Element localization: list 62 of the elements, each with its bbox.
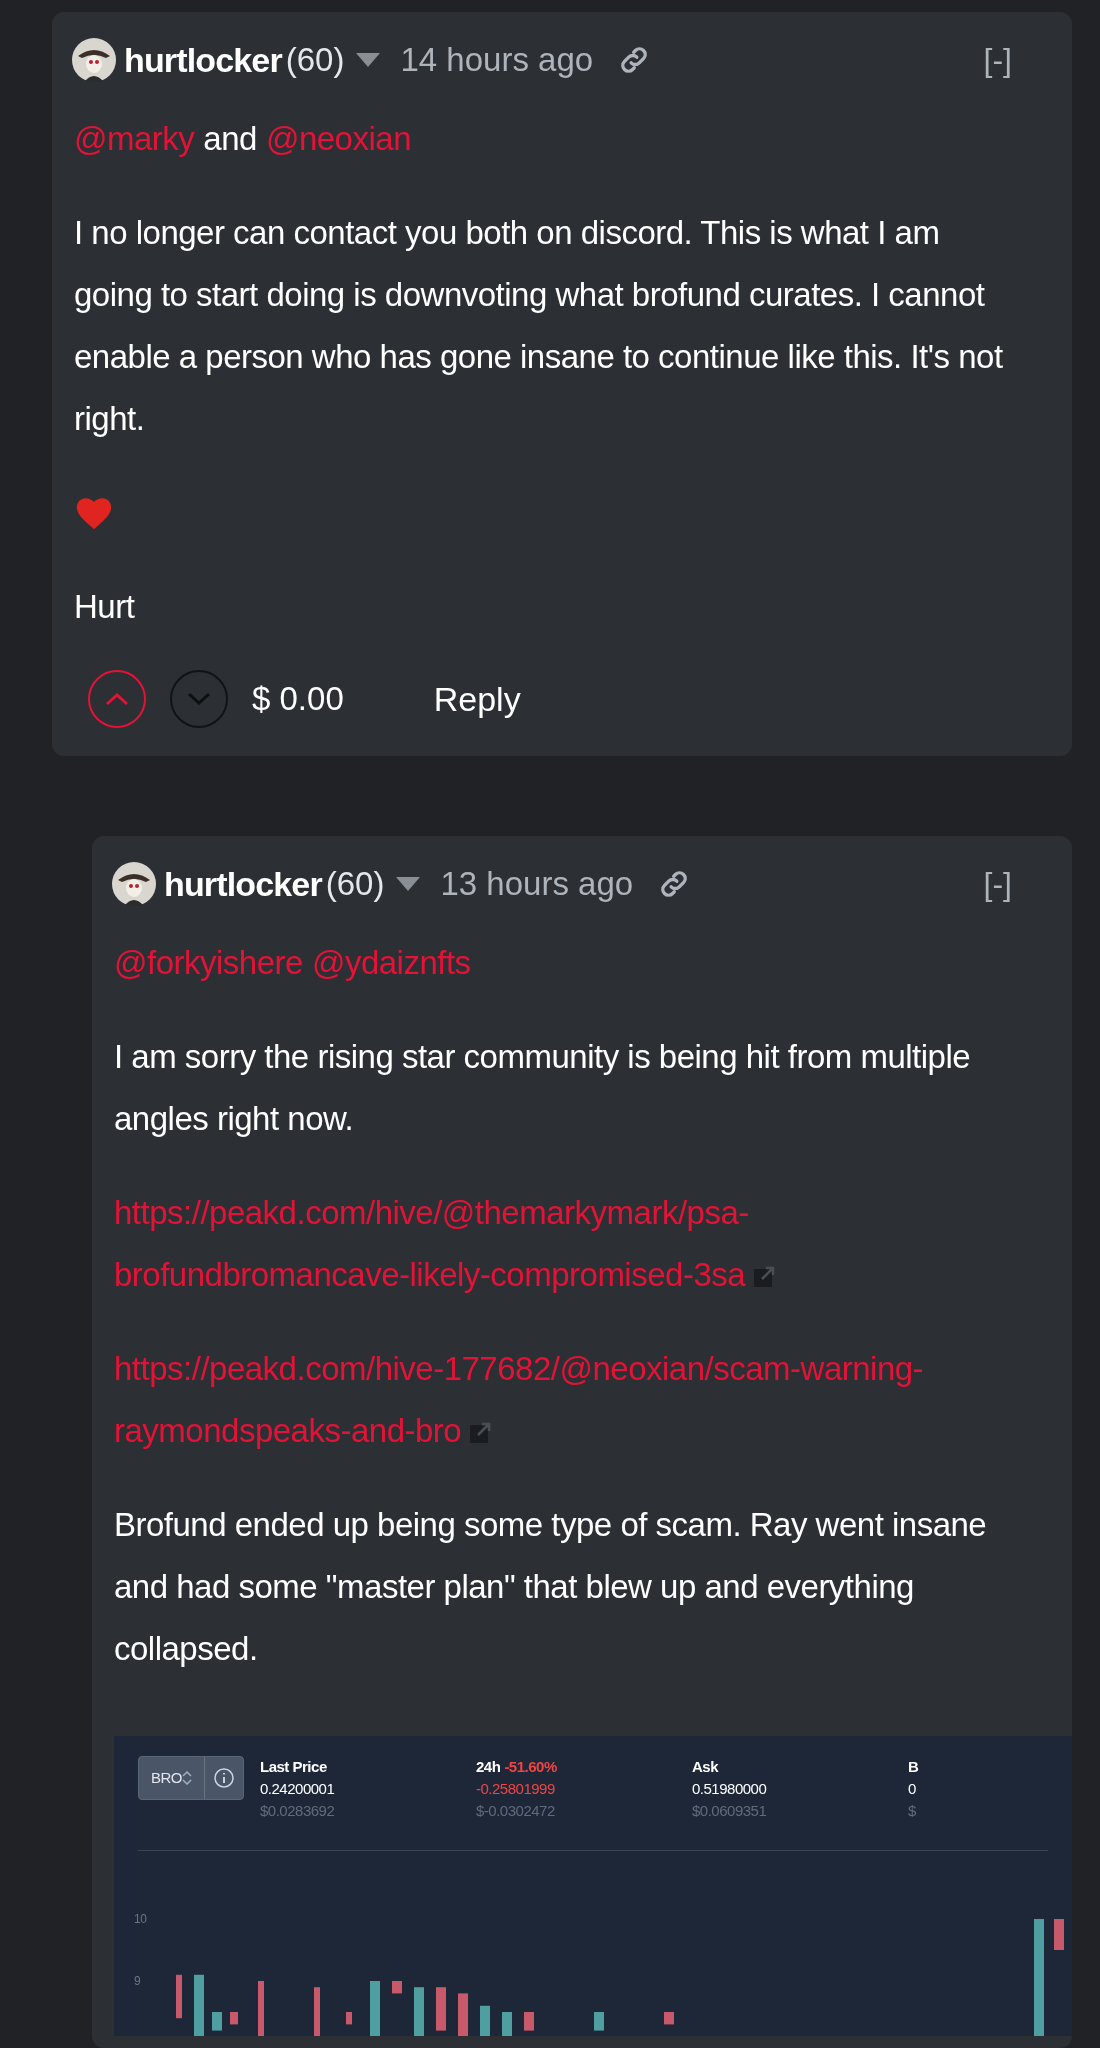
external-link-icon [753,1266,776,1289]
candlestick [414,1987,424,2036]
stat-label: Last Price [260,1757,327,1777]
stat-change: -51.60% [504,1757,557,1777]
reputation: (60) [325,864,385,905]
stat-value: 0 [908,1779,917,1799]
candlestick [212,2012,222,2031]
stat-value: 0.51980000 [692,1779,768,1799]
external-link-icon [469,1422,492,1445]
comment-text: Hurt [74,587,136,627]
candlestick [436,1987,446,2031]
collapse-toggle[interactable]: [-] [983,36,1012,84]
candlestick [1054,1919,1064,1950]
upvote-button[interactable] [88,670,146,728]
reply-button[interactable]: Reply [433,673,521,725]
caret-icon[interactable] [396,877,421,891]
username[interactable]: hurtlocker [164,858,322,910]
candlestick [176,1974,182,2019]
heart-icon [74,495,114,531]
token-label: BRO [150,1768,182,1788]
payout-amount[interactable]: $ 0.00 [252,674,344,724]
avatar[interactable] [72,38,116,82]
candlestick [314,1987,320,2036]
axis-label: 9 [134,1975,142,1987]
stat-value: -0.25801999 [476,1779,556,1799]
timestamp[interactable]: 13 hours ago [440,859,634,909]
mention-connector: and [203,119,257,159]
candlestick [230,2012,238,2025]
comment-text: I no longer can contact you both on discord. This is what I am going to start doing is downvoting what brofund curates. I cannot enable a person who has gone insane to continue like this. It's not right. [74,213,1004,439]
axis-label: 10 [134,1913,148,1925]
candlestick [258,1981,264,2036]
candlestick [664,2012,674,2025]
stat-usd: $-0.0302472 [476,1801,556,1821]
collapse-toggle[interactable]: [-] [983,860,1012,908]
candlestick [392,1981,402,1994]
timestamp[interactable]: 14 hours ago [400,35,594,85]
stat-usd: $0.0609351 [692,1801,768,1821]
candlestick [594,2012,604,2031]
stat-label: Ask [692,1757,719,1777]
candlestick [370,1981,380,2036]
stat-usd: $0.0283692 [260,1801,336,1821]
stat-label: B [908,1757,919,1777]
candlestick [194,1974,204,2036]
username[interactable]: hurtlocker [124,34,282,86]
candlestick [458,1993,468,2036]
candlestick [502,2012,512,2036]
stat-label: 24h [476,1757,501,1777]
stat-usd: $ [908,1801,917,1821]
comment-text: Brofund ended up being some type of scam. Ray went insane and had some "master plan" that blew up and everything collapsed. [114,1505,988,1669]
candlestick [524,2012,534,2031]
token-select[interactable]: BRO [138,1756,244,1800]
comment-text: I am sorry the rising star community is being hit from multiple angles right now. [114,1037,972,1139]
avatar[interactable] [112,862,156,906]
info-icon[interactable] [213,1767,235,1789]
reputation: (60) [285,40,345,81]
sort-icon [182,1771,192,1785]
candlestick [480,2005,490,2036]
stat-value: 0.24200001 [260,1779,336,1799]
candlestick [346,2012,352,2025]
chevron-up-icon [104,691,130,707]
caret-icon[interactable] [356,53,381,67]
chevron-down-icon [186,691,212,707]
